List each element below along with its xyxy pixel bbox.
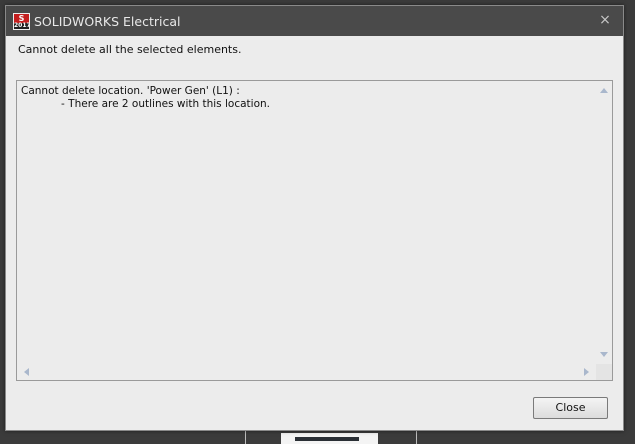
title-bar[interactable]: S 2017 SOLIDWORKS Electrical × bbox=[6, 6, 623, 36]
scrollbar-corner bbox=[596, 364, 612, 380]
scroll-left-icon[interactable] bbox=[24, 368, 29, 376]
app-icon-year: 2017 bbox=[14, 22, 30, 29]
window-title: SOLIDWORKS Electrical bbox=[34, 14, 181, 29]
background-thumbnail-graphic bbox=[295, 437, 359, 441]
background-divider bbox=[416, 431, 417, 444]
error-dialog: S 2017 SOLIDWORKS Electrical × Cannot de… bbox=[5, 5, 624, 431]
background-divider bbox=[245, 431, 246, 444]
vertical-scrollbar[interactable] bbox=[596, 81, 612, 364]
details-textbox[interactable]: Cannot delete location. 'Power Gen' (L1)… bbox=[16, 80, 613, 381]
horizontal-scrollbar[interactable] bbox=[17, 364, 596, 380]
scroll-right-icon[interactable] bbox=[584, 368, 589, 376]
close-icon[interactable]: × bbox=[597, 12, 613, 28]
close-button[interactable]: Close bbox=[533, 397, 608, 419]
solidworks-electrical-icon: S 2017 bbox=[13, 13, 30, 30]
error-message: Cannot delete all the selected elements. bbox=[18, 43, 242, 56]
scroll-down-icon[interactable] bbox=[600, 352, 608, 357]
details-text: Cannot delete location. 'Power Gen' (L1)… bbox=[21, 85, 270, 110]
background-thumbnail bbox=[281, 433, 378, 444]
scroll-up-icon[interactable] bbox=[600, 88, 608, 93]
